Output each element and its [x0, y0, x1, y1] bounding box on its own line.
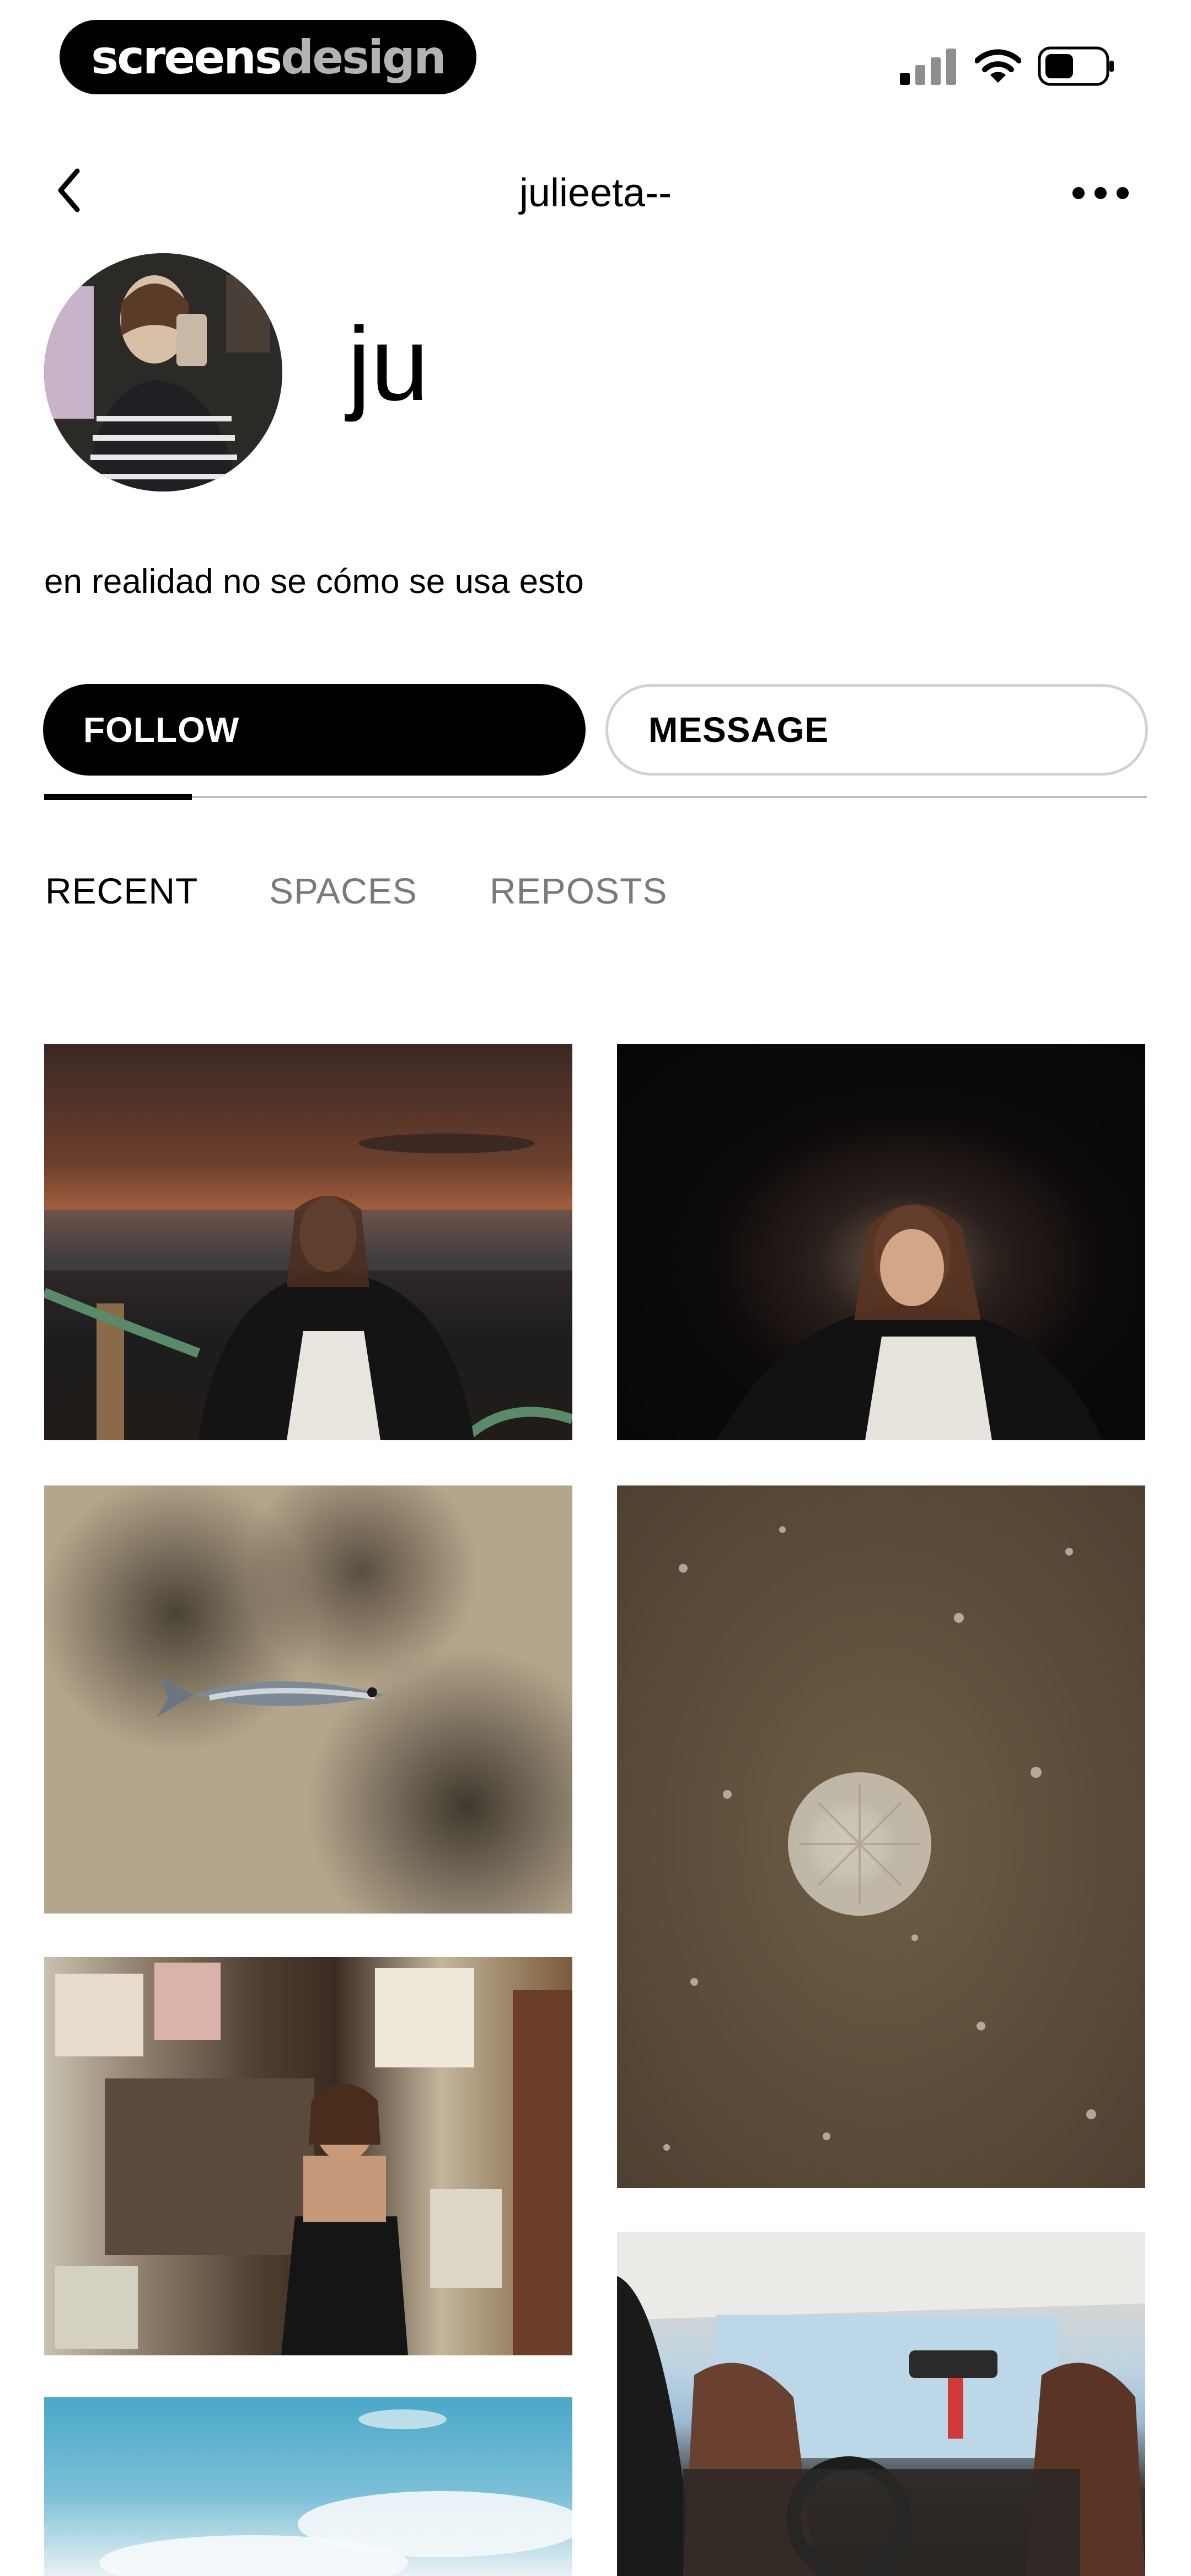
tab-active-indicator: [44, 794, 192, 800]
message-button[interactable]: MESSAGE: [605, 684, 1148, 776]
tab-reposts[interactable]: REPOSTS: [490, 869, 667, 913]
screensdesign-logo: screens design: [60, 20, 476, 94]
post-car-interior[interactable]: [617, 2232, 1145, 2576]
follow-button[interactable]: FOLLOW: [43, 684, 586, 776]
cellular-signal-icon: [900, 49, 956, 85]
post-sunset-beach-portrait[interactable]: [44, 1044, 572, 1440]
avatar-photo: [44, 253, 282, 491]
display-name: ju: [347, 306, 429, 423]
follow-button-label: FOLLOW: [83, 710, 240, 750]
post-fish-on-sand[interactable]: [44, 1485, 572, 1914]
post-jellyfish-on-sand[interactable]: [617, 1485, 1145, 2188]
post-sky[interactable]: [44, 2397, 572, 2576]
profile-username: julieeta--: [519, 171, 672, 215]
chevron-left-icon: [58, 168, 80, 212]
logo-text-screens: screens: [91, 30, 282, 84]
post-image: [44, 1134, 572, 1440]
more-horizontal-icon: [1072, 187, 1129, 199]
back-button[interactable]: [49, 160, 93, 221]
post-image: [663, 1526, 1096, 2151]
post-image: [716, 1204, 1102, 1440]
tab-divider: [44, 796, 1147, 798]
more-options-button[interactable]: [1067, 177, 1134, 210]
avatar[interactable]: [44, 253, 282, 491]
post-image: [157, 1676, 386, 1717]
battery-icon: [1038, 46, 1114, 86]
message-button-label: MESSAGE: [648, 710, 829, 750]
post-image: [99, 2409, 572, 2576]
profile-bio: en realidad no se cómo se usa esto: [44, 563, 584, 601]
post-image: [55, 1963, 572, 2355]
wifi-icon: [975, 49, 1021, 83]
logo-text-design: design: [281, 30, 447, 84]
tab-recent[interactable]: RECENT: [45, 869, 198, 913]
tab-spaces[interactable]: SPACES: [269, 869, 417, 913]
post-image: [617, 2232, 1145, 2576]
post-night-portrait[interactable]: [617, 1044, 1145, 1440]
post-poster-wall-portrait[interactable]: [44, 1957, 572, 2355]
